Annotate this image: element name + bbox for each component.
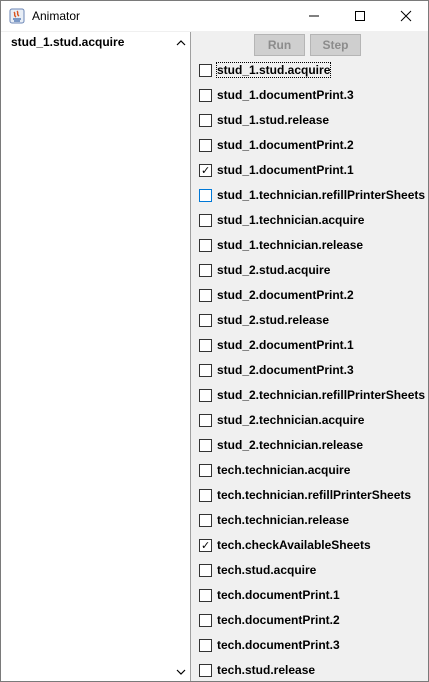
checkbox-label: tech.stud.release: [217, 663, 316, 677]
action-checkbox-row[interactable]: stud_1.technician.release: [199, 235, 363, 255]
checkbox-label: stud_2.technician.acquire: [217, 413, 365, 427]
checkbox[interactable]: [199, 363, 212, 377]
action-checkbox-row[interactable]: tech.stud.release: [199, 660, 315, 680]
checkbox-label: stud_1.stud.acquire: [215, 62, 332, 78]
action-checkbox-row[interactable]: tech.documentPrint.1: [199, 585, 340, 605]
maximize-button[interactable]: [337, 1, 383, 31]
java-app-icon: [9, 8, 25, 24]
action-checkbox-row[interactable]: stud_1.documentPrint.3: [199, 85, 354, 105]
checkbox-label: stud_2.technician.refillPrinterSheets: [217, 388, 426, 402]
action-checkbox-row[interactable]: stud_1.technician.acquire: [199, 210, 364, 230]
action-checkbox-row[interactable]: tech.stud.acquire: [199, 560, 316, 580]
action-checkbox-row[interactable]: stud_2.technician.release: [199, 435, 363, 455]
scroll-up-button[interactable]: [176, 36, 186, 50]
checkbox[interactable]: [199, 288, 212, 302]
action-checkbox-row[interactable]: ✓ tech.checkAvailableSheets: [199, 535, 371, 555]
checkbox-label: tech.checkAvailableSheets: [217, 538, 371, 552]
chevron-down-icon: [176, 669, 186, 675]
action-checkbox-row[interactable]: stud_2.stud.release: [199, 310, 329, 330]
checkbox[interactable]: [199, 263, 212, 277]
minimize-icon: [309, 15, 319, 17]
checkbox[interactable]: [199, 213, 212, 227]
checkbox-label: stud_1.documentPrint.2: [217, 138, 354, 152]
checkbox-label: stud_2.documentPrint.1: [217, 338, 354, 352]
checkmark-icon: ✓: [201, 163, 211, 177]
action-checkbox-row[interactable]: stud_1.documentPrint.2: [199, 135, 354, 155]
action-checkbox-row[interactable]: tech.technician.refillPrinterSheets: [199, 485, 411, 505]
checkbox[interactable]: [199, 638, 212, 652]
action-checkbox-row[interactable]: stud_1.stud.release: [199, 110, 329, 130]
close-icon: [400, 10, 412, 22]
checkbox[interactable]: [199, 613, 212, 627]
checkbox[interactable]: ✓: [199, 538, 212, 552]
checkbox[interactable]: [199, 113, 212, 127]
scroll-down-button[interactable]: [176, 665, 186, 679]
checkbox-label: stud_1.technician.release: [217, 238, 364, 252]
checkbox[interactable]: [199, 663, 212, 677]
maximize-icon: [355, 11, 365, 21]
checkbox-label: stud_2.documentPrint.2: [217, 288, 354, 302]
action-checkbox-row[interactable]: stud_2.technician.acquire: [199, 410, 364, 430]
checkbox-label: stud_2.stud.acquire: [217, 263, 331, 277]
action-checkbox-row[interactable]: stud_2.documentPrint.3: [199, 360, 354, 380]
checkbox[interactable]: [199, 238, 212, 252]
action-checkbox-row[interactable]: stud_2.technician.refillPrinterSheets: [199, 385, 425, 405]
action-checkbox-row[interactable]: stud_2.stud.acquire: [199, 260, 330, 280]
action-checkbox-row[interactable]: stud_2.documentPrint.1: [199, 335, 354, 355]
actions-panel: Run Step stud_1.stud.acquire stud_1.docum…: [191, 32, 428, 681]
checkbox[interactable]: [199, 463, 212, 477]
checkmark-icon: ✓: [201, 538, 211, 552]
close-button[interactable]: [383, 1, 429, 31]
run-button[interactable]: Run: [254, 34, 305, 56]
minimize-button[interactable]: [291, 1, 337, 31]
checkbox[interactable]: [199, 588, 212, 602]
checkbox-label: tech.technician.refillPrinterSheets: [217, 488, 412, 502]
animator-window: Animator stud_1.stud.acquire Run Step st…: [0, 0, 429, 682]
checkbox[interactable]: [199, 63, 212, 77]
checkbox[interactable]: [199, 488, 212, 502]
action-checkbox-row[interactable]: stud_1.technician.refillPrinterSheets: [199, 185, 425, 205]
action-checkbox-row[interactable]: tech.documentPrint.2: [199, 610, 340, 630]
checkbox[interactable]: [199, 513, 212, 527]
step-button[interactable]: Step: [310, 34, 361, 56]
checkbox[interactable]: [199, 563, 212, 577]
title-bar[interactable]: Animator: [1, 1, 428, 31]
action-checkbox-row[interactable]: tech.technician.release: [199, 510, 349, 530]
vertical-scrollbar[interactable]: [173, 32, 190, 681]
checkbox[interactable]: [199, 188, 212, 202]
action-checkbox-row[interactable]: tech.documentPrint.3: [199, 635, 340, 655]
action-checkbox-row[interactable]: stud_1.stud.acquire: [199, 60, 332, 80]
checkbox[interactable]: [199, 438, 212, 452]
checkbox-label: tech.documentPrint.2: [217, 613, 340, 627]
checkbox[interactable]: [199, 313, 212, 327]
window-title: Animator: [32, 9, 81, 23]
checkbox-label: tech.documentPrint.1: [217, 588, 340, 602]
checkbox-label: stud_2.documentPrint.3: [217, 363, 354, 377]
checkbox[interactable]: ✓: [199, 163, 212, 177]
checkbox[interactable]: [199, 413, 212, 427]
checkbox-label: stud_1.documentPrint.1: [217, 163, 354, 177]
checkbox-label: stud_2.stud.release: [217, 313, 330, 327]
checkbox-label: stud_1.technician.refillPrinterSheets: [217, 188, 426, 202]
checkbox-label: tech.stud.acquire: [217, 563, 317, 577]
checkbox-label: tech.technician.release: [217, 513, 350, 527]
checkbox-label: stud_1.stud.release: [217, 113, 330, 127]
history-list[interactable]: stud_1.stud.acquire: [1, 32, 191, 681]
chevron-up-icon: [176, 40, 186, 46]
checkbox-label: tech.documentPrint.3: [217, 638, 340, 652]
action-checkbox-row[interactable]: tech.technician.acquire: [199, 460, 350, 480]
list-item[interactable]: stud_1.stud.acquire: [11, 35, 124, 49]
action-checkbox-row[interactable]: ✓ stud_1.documentPrint.1: [199, 160, 354, 180]
checkbox-label: tech.technician.acquire: [217, 463, 351, 477]
checkbox-label: stud_2.technician.release: [217, 438, 364, 452]
checkbox[interactable]: [199, 338, 212, 352]
checkbox-label: stud_1.documentPrint.3: [217, 88, 354, 102]
checkbox[interactable]: [199, 138, 212, 152]
action-checkbox-row[interactable]: stud_2.documentPrint.2: [199, 285, 354, 305]
checkbox[interactable]: [199, 88, 212, 102]
checkbox-label: stud_1.technician.acquire: [217, 213, 365, 227]
checkbox[interactable]: [199, 388, 212, 402]
